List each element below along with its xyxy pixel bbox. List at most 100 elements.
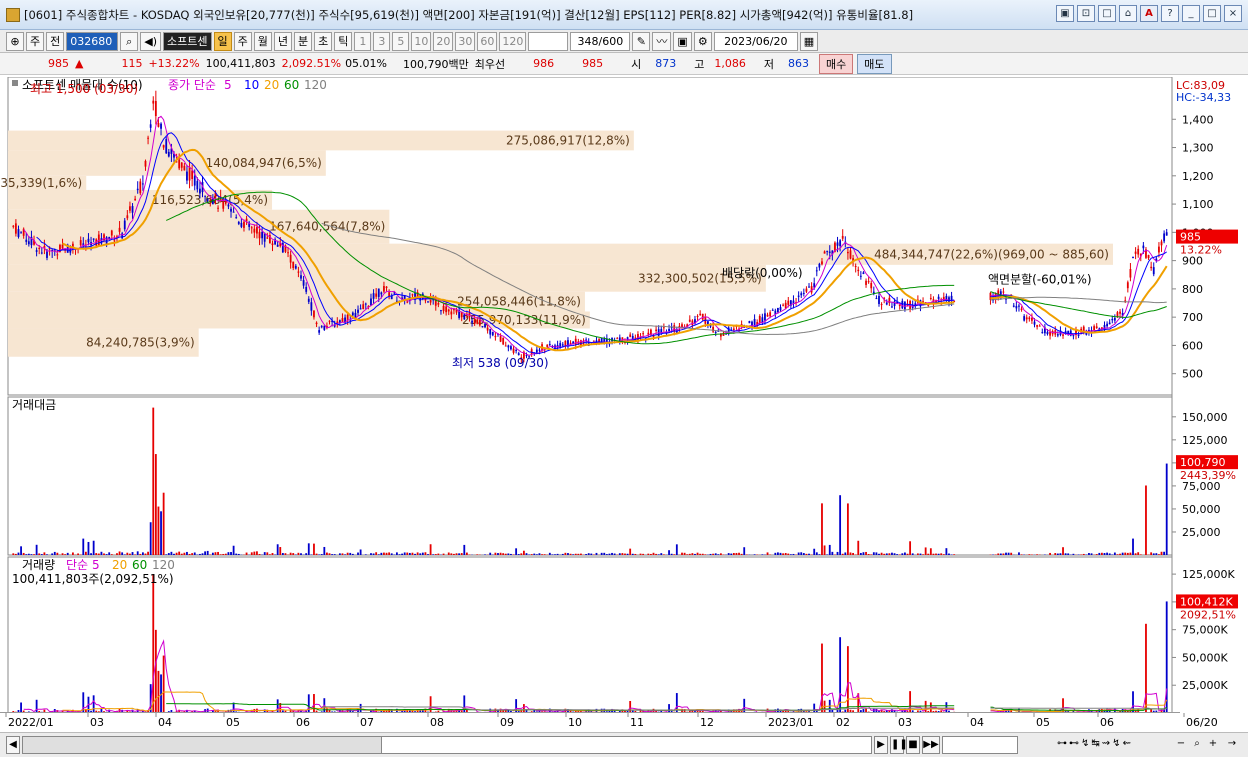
candle-body — [178, 159, 181, 169]
maximize-button[interactable]: □ — [1203, 5, 1221, 22]
period-month[interactable]: 월 — [253, 31, 272, 51]
amount-bar — [831, 551, 834, 555]
close-button[interactable]: × — [1224, 5, 1242, 22]
minute-3[interactable]: 3 — [373, 31, 391, 51]
buy-button[interactable]: 매수 — [819, 53, 854, 74]
candle-body — [442, 305, 445, 312]
period-year[interactable]: 년 — [273, 31, 292, 51]
layout-icon[interactable]: ⊡ — [1077, 5, 1095, 22]
help-icon[interactable]: ? — [1161, 5, 1179, 22]
minute-30[interactable]: 30 — [455, 31, 476, 51]
candle-body — [647, 332, 650, 335]
candle-body — [880, 304, 883, 306]
current-price: 985 — [48, 57, 69, 70]
tool-icon[interactable]: ✎ — [632, 31, 651, 51]
minute-120[interactable]: 120 — [499, 31, 527, 51]
speaker-icon[interactable]: ◀) — [140, 31, 162, 51]
stock-chart-svg[interactable]: 275,086,917(12,8%) 140,084,947(6,5%) 34,33… — [0, 77, 1248, 713]
candle-body — [478, 319, 481, 326]
minute-10[interactable]: 10 — [411, 31, 432, 51]
amount-bar — [141, 552, 144, 555]
change-pct: +13.22% — [148, 57, 200, 70]
period-day[interactable]: 일 — [213, 31, 232, 51]
amount-bar — [489, 552, 492, 555]
minute-1[interactable]: 1 — [354, 31, 372, 51]
x-axis-label: 07 — [360, 716, 374, 729]
stock-name-field[interactable]: 소프트센 — [163, 31, 212, 51]
play-icon[interactable]: ▶ — [874, 736, 888, 754]
trend-icon[interactable]: 〰 — [652, 31, 672, 51]
period-second[interactable]: 초 — [314, 31, 333, 51]
minute-60[interactable]: 60 — [477, 31, 498, 51]
amount-bar — [359, 549, 362, 555]
period-tick[interactable]: 틱 — [334, 31, 353, 51]
scroll-left-icon[interactable]: ◀ — [6, 736, 20, 754]
fast-forward-icon[interactable]: ▶▶ — [922, 736, 940, 754]
magnifier-icon[interactable]: ⌕ — [1190, 736, 1204, 754]
stock-type-select[interactable]: 주 — [26, 31, 45, 51]
period-minute[interactable]: 분 — [294, 31, 313, 51]
amount-bar — [136, 551, 139, 555]
window-icon[interactable]: □ — [1098, 5, 1116, 22]
amount-bar — [922, 554, 924, 555]
amount-bar — [126, 552, 129, 555]
amount-bar — [839, 495, 842, 555]
amount-bar — [437, 553, 440, 555]
stop-icon[interactable]: ■ — [906, 736, 920, 754]
candle-body — [561, 344, 564, 346]
gear-icon[interactable]: ⚙ — [693, 31, 712, 51]
save-icon[interactable]: ▣ — [673, 31, 692, 51]
home-icon[interactable]: ⌂ — [1119, 5, 1137, 22]
amount-bar — [919, 553, 922, 555]
mode-select[interactable]: 전 — [46, 31, 65, 51]
drawing-tools-icon[interactable]: ⊶⊷↯↹⇝↯⇜ — [1020, 736, 1170, 754]
candle-body — [846, 251, 849, 254]
speed-slider[interactable] — [942, 736, 1018, 754]
amount-bar — [888, 553, 891, 555]
candle-body — [764, 313, 766, 321]
minute-20[interactable]: 20 — [433, 31, 454, 51]
zoom-out-icon[interactable]: − — [1174, 736, 1188, 754]
candle-body — [196, 180, 199, 190]
search-icon[interactable]: ⌕ — [120, 31, 139, 51]
pause-icon[interactable]: ❚❚ — [890, 736, 908, 754]
stock-code-input[interactable]: 032680 — [66, 31, 119, 51]
amount-bar — [271, 553, 274, 555]
chart-area[interactable]: 275,086,917(12,8%) 140,084,947(6,5%) 34,33… — [0, 77, 1248, 732]
font-icon[interactable]: A — [1140, 5, 1158, 22]
pin-icon[interactable]: ⊕ — [6, 31, 24, 51]
link-icon[interactable]: ▣ — [1056, 5, 1074, 22]
date-input[interactable]: 2023/06/20 — [713, 31, 798, 51]
candle-body — [445, 306, 448, 313]
amount-bar — [1062, 547, 1064, 555]
minimize-button[interactable]: _ — [1182, 5, 1200, 22]
candle-body — [427, 301, 429, 303]
candle-body — [180, 162, 183, 168]
calendar-icon[interactable]: ▦ — [799, 31, 819, 51]
amount-bar — [766, 552, 769, 555]
minute-5[interactable]: 5 — [392, 31, 410, 51]
amount-bar — [297, 552, 300, 555]
minute-custom-input[interactable] — [528, 31, 569, 51]
count-field[interactable]: 348/600 — [570, 31, 631, 51]
amount-bar — [338, 553, 341, 555]
amount-bar — [395, 552, 398, 555]
candle-body — [243, 221, 245, 228]
amount-bar — [465, 552, 468, 555]
candle-body — [655, 329, 658, 332]
candle-body — [1031, 317, 1033, 321]
arrow-right-icon[interactable]: → — [1224, 736, 1240, 754]
amount-bar — [818, 554, 821, 555]
amount-bar — [341, 553, 344, 555]
candle-body — [271, 243, 274, 245]
sell-button[interactable]: 매도 — [857, 53, 892, 74]
amount-bar — [323, 546, 326, 555]
period-week[interactable]: 주 — [233, 31, 252, 51]
x-axis-label: 04 — [158, 716, 172, 729]
zoom-in-icon[interactable]: + — [1206, 736, 1220, 754]
amount-bar — [727, 553, 730, 555]
candle-body — [797, 295, 800, 297]
amount-bar — [499, 552, 502, 555]
amount-bar — [245, 552, 248, 555]
scrollbar-thumb[interactable] — [22, 736, 382, 754]
